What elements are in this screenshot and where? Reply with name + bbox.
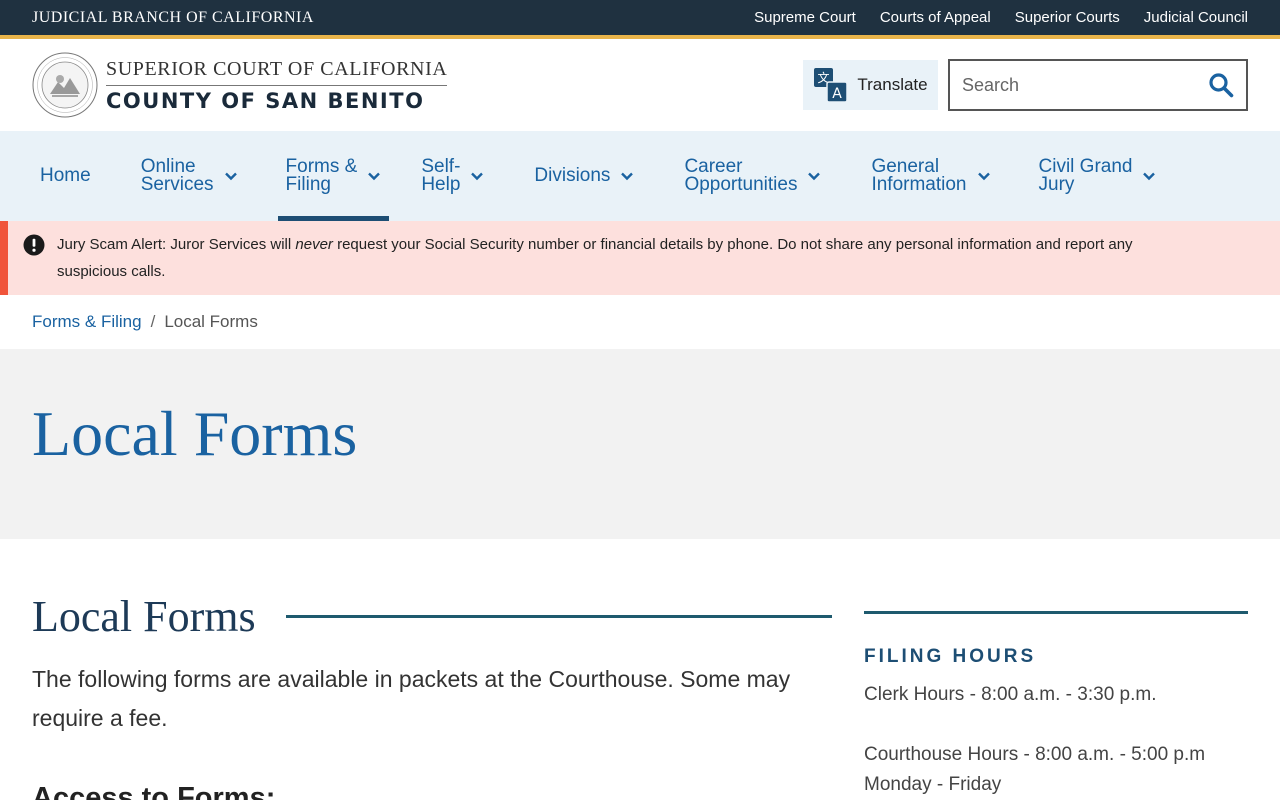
main-navigation: Home Online Services Forms & Filing Self- H… — [0, 131, 1280, 221]
logo-title-line2: COUNTY OF SAN BENITO — [106, 88, 425, 113]
nav-general-information[interactable]: General Information — [863, 131, 998, 221]
court-seal-icon — [32, 52, 98, 118]
chevron-down-icon — [977, 172, 990, 181]
nav-home[interactable]: Home — [32, 131, 99, 221]
translate-icon: 文 A — [814, 68, 849, 103]
filing-hours-heading: FILING HOURS — [864, 646, 1037, 667]
translate-button[interactable]: 文 A Translate — [803, 60, 938, 110]
breadcrumb-separator: / — [150, 312, 156, 331]
intro-paragraph: The following forms are available in pac… — [32, 666, 791, 731]
exclamation-circle-icon — [23, 234, 45, 256]
nav-divisions[interactable]: Divisions — [526, 131, 642, 221]
courthouse-hours: Courthouse Hours - 8:00 a.m. - 5:00 p.m — [864, 744, 1206, 765]
access-forms-heading: Access to Forms: — [32, 782, 276, 800]
sidebar: FILING HOURS Clerk Hours - 8:00 a.m. - 3… — [864, 591, 1248, 800]
translate-label: Translate — [857, 75, 928, 94]
judicial-branch-bar: JUDICIAL BRANCH OF CALIFORNIA Supreme Co… — [0, 0, 1280, 35]
breadcrumb-forms-filing-link[interactable]: Forms & Filing — [32, 312, 142, 332]
nav-self-help[interactable]: Self- Help — [413, 131, 492, 221]
section-heading: Local Forms — [32, 592, 256, 641]
logo-title-line1: SUPERIOR COURT OF CALIFORNIA — [106, 58, 448, 86]
chevron-down-icon — [224, 172, 237, 181]
court-links: Supreme Court Courts of Appeal Superior … — [754, 9, 1248, 26]
courthouse-days: Monday - Friday — [864, 774, 1002, 795]
nav-civil-grand-jury[interactable]: Civil Grand Jury — [1031, 131, 1165, 221]
alert-message: Jury Scam Alert: Juror Services will nev… — [57, 236, 1133, 280]
clerk-hours: Clerk Hours - 8:00 a.m. - 3:30 p.m. — [864, 684, 1157, 705]
chevron-down-icon — [471, 172, 484, 181]
nav-label: Home — [40, 165, 91, 186]
superior-courts-link[interactable]: Superior Courts — [1015, 9, 1120, 26]
chevron-down-icon — [808, 172, 821, 181]
judicial-branch-link[interactable]: JUDICIAL BRANCH OF CALIFORNIA — [32, 9, 314, 27]
nav-online-services[interactable]: Online Services — [133, 131, 246, 221]
site-header: SUPERIOR COURT OF CALIFORNIA COUNTY OF S… — [0, 39, 1280, 131]
chevron-down-icon — [621, 172, 634, 181]
search-box — [948, 59, 1248, 111]
chevron-down-icon — [368, 172, 381, 181]
page-title: Local Forms — [32, 398, 358, 469]
page-content: Local Forms The following forms are avai… — [0, 539, 1280, 800]
courts-of-appeal-link[interactable]: Courts of Appeal — [880, 9, 991, 26]
search-icon[interactable] — [1208, 72, 1234, 98]
chevron-down-icon — [1143, 172, 1156, 181]
supreme-court-link[interactable]: Supreme Court — [754, 9, 856, 26]
sidebar-rule — [864, 611, 1248, 614]
page-hero: Local Forms — [0, 349, 1280, 539]
nav-forms-filing[interactable]: Forms & Filing — [277, 131, 390, 221]
breadcrumb: Forms & Filing / Local Forms — [0, 295, 1280, 349]
judicial-council-link[interactable]: Judicial Council — [1144, 9, 1248, 26]
breadcrumb-current: Local Forms — [164, 312, 258, 331]
nav-career-opportunities[interactable]: Career Opportunities — [676, 131, 829, 221]
section-rule — [285, 615, 832, 618]
svg-text:A: A — [833, 86, 843, 102]
jury-scam-alert: Jury Scam Alert: Juror Services will nev… — [0, 221, 1280, 295]
search-input[interactable] — [962, 74, 1182, 96]
main-content: Local Forms The following forms are avai… — [32, 591, 832, 800]
court-logo[interactable]: SUPERIOR COURT OF CALIFORNIA COUNTY OF S… — [32, 52, 448, 118]
